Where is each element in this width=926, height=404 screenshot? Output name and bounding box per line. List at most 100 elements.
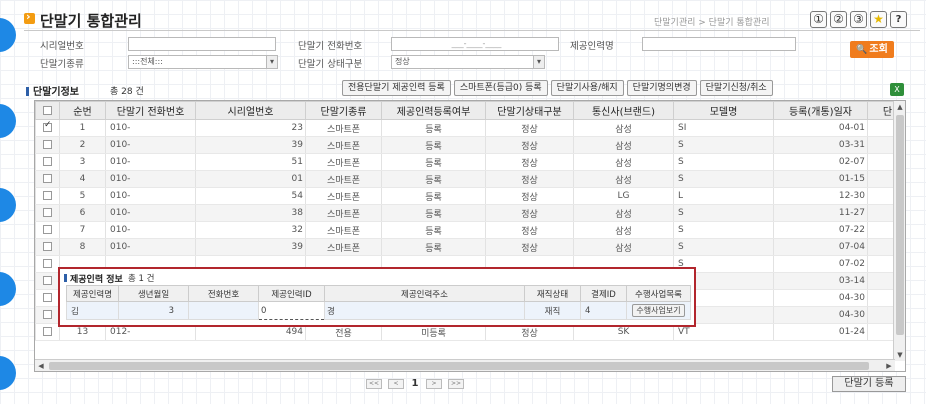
scroll-right-icon[interactable]: ▶: [883, 360, 895, 371]
row-date: 04-30: [773, 289, 868, 307]
row-checkbox[interactable]: [43, 242, 52, 251]
use-terminate-button[interactable]: 단말기사용/해지: [550, 80, 624, 96]
col-header[interactable]: 통신사(브랜드): [573, 101, 674, 120]
terminal-grid: 순번 단말기 전화번호 시리얼번호 단말기종류 제공인력등록여부 단말기상태구분…: [34, 100, 906, 372]
row-checkbox-cell[interactable]: [35, 187, 60, 205]
row-checkbox[interactable]: [43, 327, 52, 336]
scroll-thumb-horizontal[interactable]: [49, 362, 869, 370]
row-checkbox[interactable]: [43, 293, 52, 302]
table-row[interactable]: 6 010- 38 스마트폰 등록 정상 삼성 S 11-27: [35, 204, 905, 222]
phone-input[interactable]: ___-____-____: [391, 37, 559, 51]
row-checkbox-cell[interactable]: [35, 238, 60, 256]
select-all-header[interactable]: [35, 101, 60, 120]
horizontal-scrollbar[interactable]: ◀ ▶: [35, 359, 895, 371]
row-checkbox[interactable]: [43, 310, 52, 319]
row-checkbox-cell[interactable]: [35, 204, 60, 222]
select-all-checkbox[interactable]: [43, 105, 52, 115]
status-select[interactable]: 정상: [391, 55, 545, 69]
row-number: 6: [59, 204, 106, 222]
col-header[interactable]: 단말기 전화번호: [105, 101, 196, 120]
col-header[interactable]: 단말기상태구분: [485, 101, 574, 120]
row-checkbox-cell[interactable]: [35, 136, 60, 154]
type-select[interactable]: :::전체:::: [128, 55, 278, 69]
excel-download-icon[interactable]: X: [890, 83, 904, 96]
register-smartphone-button[interactable]: 스마트폰(등급0) 등록: [453, 80, 548, 96]
provider-row[interactable]: 김 3 0 경 재직 4 수행사업보기: [66, 301, 691, 320]
help-3-button[interactable]: ③: [850, 11, 867, 28]
type-label: 단말기종류: [40, 59, 84, 70]
scroll-left-icon[interactable]: ◀: [35, 360, 47, 371]
row-phone: 010-: [105, 170, 196, 188]
row-checkbox-cell[interactable]: [35, 119, 60, 137]
current-page[interactable]: 1: [410, 378, 420, 389]
status-label: 단말기 상태구분: [298, 59, 363, 70]
provider-address: 경: [324, 301, 525, 320]
row-checkbox-cell[interactable]: [35, 289, 60, 307]
help-2-button[interactable]: ②: [830, 11, 847, 28]
help-question-icon[interactable]: ?: [890, 11, 907, 28]
row-checkbox-cell[interactable]: [35, 255, 60, 273]
row-date: 01-24: [773, 323, 868, 341]
provider-id[interactable]: 0: [258, 301, 325, 320]
row-checkbox-cell[interactable]: [35, 323, 60, 341]
table-row[interactable]: 1010-23스마트폰등록정상삼성SI04-01: [35, 119, 905, 137]
register-terminal-button[interactable]: 단말기 등록: [832, 376, 906, 392]
next-page-button[interactable]: >: [426, 378, 442, 389]
register-provider-button[interactable]: 전용단말기 제공인력 등록: [342, 80, 451, 96]
row-checkbox-cell[interactable]: [35, 153, 60, 171]
col-header[interactable]: 시리얼번호: [195, 101, 306, 120]
col-header[interactable]: 제공인력등록여부: [381, 101, 486, 120]
row-checkbox-cell[interactable]: [35, 306, 60, 324]
col-header[interactable]: 등록(개통)일자: [773, 101, 868, 120]
col-header[interactable]: 모델명: [673, 101, 774, 120]
col-header[interactable]: 순번: [59, 101, 106, 120]
row-phone: 010-: [105, 187, 196, 205]
row-serial: 39: [195, 238, 306, 256]
col-header[interactable]: 단말기종류: [305, 101, 382, 120]
provider-col-header: 제공인력ID: [258, 285, 325, 302]
first-page-button[interactable]: <<: [366, 378, 382, 389]
row-checkbox[interactable]: [43, 157, 52, 166]
row-registered: 등록: [381, 187, 486, 205]
table-row[interactable]: 7 010- 32 스마트폰 등록 정상 삼성 S 07-22: [35, 221, 905, 239]
row-number: 8: [59, 238, 106, 256]
row-checkbox[interactable]: [43, 225, 52, 234]
provider-col-header: 제공인력주소: [324, 285, 525, 302]
row-phone: 010-: [105, 204, 196, 222]
row-registered: 등록: [381, 119, 486, 137]
row-checkbox[interactable]: [43, 191, 52, 200]
row-registered: 등록: [381, 153, 486, 171]
table-row[interactable]: 5 010- 54 스마트폰 등록 정상 LG L 12-30: [35, 187, 905, 205]
row-checkbox-cell[interactable]: [35, 221, 60, 239]
table-row[interactable]: 2 010- 39 스마트폰 등록 정상 삼성 S 03-31: [35, 136, 905, 154]
row-checkbox[interactable]: [43, 140, 52, 149]
row-checkbox[interactable]: [43, 174, 52, 183]
row-checkbox-cell[interactable]: [35, 170, 60, 188]
provider-name-input[interactable]: [642, 37, 796, 51]
row-checkbox[interactable]: [43, 276, 52, 285]
last-page-button[interactable]: >>: [448, 378, 464, 389]
scroll-down-icon[interactable]: ▼: [894, 349, 905, 361]
change-owner-button[interactable]: 단말기명의변경: [626, 80, 697, 96]
table-row[interactable]: 8 010- 39 스마트폰 등록 정상 삼성 S 07-04: [35, 238, 905, 256]
row-checkbox[interactable]: [43, 208, 52, 217]
vertical-scrollbar[interactable]: ▲ ▼: [893, 101, 905, 361]
table-row[interactable]: 3 010- 51 스마트폰 등록 정상 삼성 S 02-07: [35, 153, 905, 171]
prev-page-button[interactable]: <: [388, 378, 404, 389]
table-row[interactable]: 4 010- 01 스마트폰 등록 정상 삼성 S 01-15: [35, 170, 905, 188]
provider-col-header: 재직상태: [524, 285, 581, 302]
row-checkbox-cell[interactable]: [35, 272, 60, 290]
help-1-button[interactable]: ①: [810, 11, 827, 28]
serial-input[interactable]: [128, 37, 276, 51]
row-model: S: [673, 238, 774, 256]
row-checkbox[interactable]: [43, 120, 52, 132]
scroll-thumb[interactable]: [896, 115, 904, 335]
row-model: SI: [673, 119, 774, 137]
search-button[interactable]: 🔍 조회: [850, 41, 894, 58]
provider-info-popup: 제공인력 정보 총 1 건 제공인력명 생년월일 전화번호 제공인력ID 제공인…: [58, 267, 696, 327]
scroll-up-icon[interactable]: ▲: [894, 101, 905, 113]
view-projects-button[interactable]: 수행사업보기: [632, 304, 685, 317]
row-checkbox[interactable]: [43, 259, 52, 268]
apply-cancel-button[interactable]: 단말기신청/취소: [699, 80, 773, 96]
favorite-star-icon[interactable]: ★: [870, 11, 887, 28]
